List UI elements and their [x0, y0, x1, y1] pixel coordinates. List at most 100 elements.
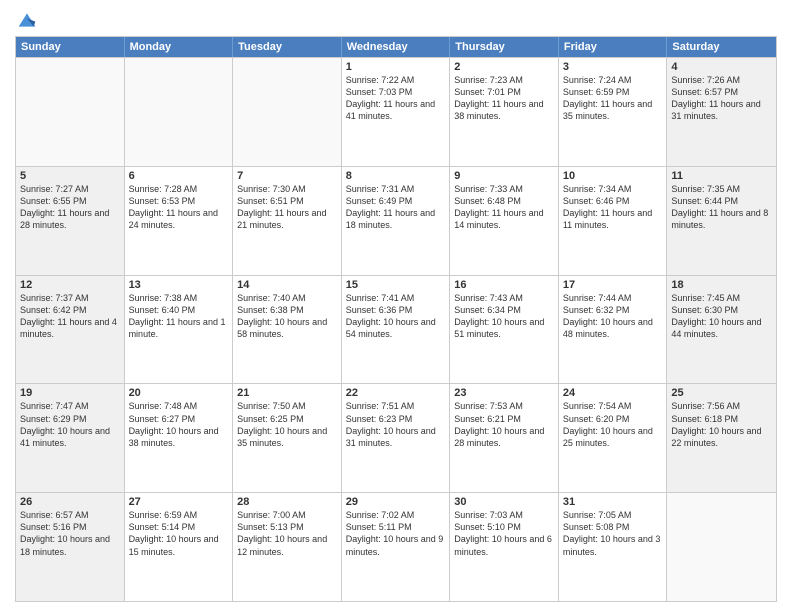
day-number: 10: [563, 170, 663, 182]
logo: [15, 10, 37, 30]
logo-icon: [17, 10, 37, 30]
day-number: 18: [671, 279, 772, 291]
calendar-cell: 19Sunrise: 7:47 AM Sunset: 6:29 PM Dayli…: [16, 384, 125, 492]
day-number: 9: [454, 170, 554, 182]
calendar-header-cell: Wednesday: [342, 37, 451, 57]
day-number: 1: [346, 61, 446, 73]
day-number: 8: [346, 170, 446, 182]
cell-info: Sunrise: 6:59 AM Sunset: 5:14 PM Dayligh…: [129, 509, 229, 558]
calendar-cell: [16, 58, 125, 166]
cell-info: Sunrise: 7:50 AM Sunset: 6:25 PM Dayligh…: [237, 400, 337, 449]
cell-info: Sunrise: 7:40 AM Sunset: 6:38 PM Dayligh…: [237, 292, 337, 341]
day-number: 11: [671, 170, 772, 182]
calendar-cell: 30Sunrise: 7:03 AM Sunset: 5:10 PM Dayli…: [450, 493, 559, 601]
day-number: 30: [454, 496, 554, 508]
cell-info: Sunrise: 7:38 AM Sunset: 6:40 PM Dayligh…: [129, 292, 229, 341]
cell-info: Sunrise: 7:33 AM Sunset: 6:48 PM Dayligh…: [454, 183, 554, 232]
calendar-cell: 25Sunrise: 7:56 AM Sunset: 6:18 PM Dayli…: [667, 384, 776, 492]
day-number: 20: [129, 387, 229, 399]
cell-info: Sunrise: 7:44 AM Sunset: 6:32 PM Dayligh…: [563, 292, 663, 341]
calendar-cell: 2Sunrise: 7:23 AM Sunset: 7:01 PM Daylig…: [450, 58, 559, 166]
calendar-week: 5Sunrise: 7:27 AM Sunset: 6:55 PM Daylig…: [16, 166, 776, 275]
calendar-cell: 24Sunrise: 7:54 AM Sunset: 6:20 PM Dayli…: [559, 384, 668, 492]
day-number: 16: [454, 279, 554, 291]
calendar-cell: 20Sunrise: 7:48 AM Sunset: 6:27 PM Dayli…: [125, 384, 234, 492]
calendar-cell: 17Sunrise: 7:44 AM Sunset: 6:32 PM Dayli…: [559, 276, 668, 384]
calendar-header-cell: Tuesday: [233, 37, 342, 57]
day-number: 17: [563, 279, 663, 291]
day-number: 14: [237, 279, 337, 291]
calendar-cell: 21Sunrise: 7:50 AM Sunset: 6:25 PM Dayli…: [233, 384, 342, 492]
cell-info: Sunrise: 7:47 AM Sunset: 6:29 PM Dayligh…: [20, 400, 120, 449]
day-number: 4: [671, 61, 772, 73]
calendar-cell: 28Sunrise: 7:00 AM Sunset: 5:13 PM Dayli…: [233, 493, 342, 601]
cell-info: Sunrise: 7:02 AM Sunset: 5:11 PM Dayligh…: [346, 509, 446, 558]
day-number: 24: [563, 387, 663, 399]
calendar-cell: 5Sunrise: 7:27 AM Sunset: 6:55 PM Daylig…: [16, 167, 125, 275]
calendar-cell: 13Sunrise: 7:38 AM Sunset: 6:40 PM Dayli…: [125, 276, 234, 384]
calendar-cell: 12Sunrise: 7:37 AM Sunset: 6:42 PM Dayli…: [16, 276, 125, 384]
day-number: 7: [237, 170, 337, 182]
calendar-cell: [667, 493, 776, 601]
calendar-header-cell: Saturday: [667, 37, 776, 57]
calendar-cell: 27Sunrise: 6:59 AM Sunset: 5:14 PM Dayli…: [125, 493, 234, 601]
calendar-week: 1Sunrise: 7:22 AM Sunset: 7:03 PM Daylig…: [16, 57, 776, 166]
calendar-cell: 8Sunrise: 7:31 AM Sunset: 6:49 PM Daylig…: [342, 167, 451, 275]
cell-info: Sunrise: 7:05 AM Sunset: 5:08 PM Dayligh…: [563, 509, 663, 558]
calendar-header-cell: Sunday: [16, 37, 125, 57]
calendar-cell: 18Sunrise: 7:45 AM Sunset: 6:30 PM Dayli…: [667, 276, 776, 384]
cell-info: Sunrise: 7:28 AM Sunset: 6:53 PM Dayligh…: [129, 183, 229, 232]
calendar-cell: 11Sunrise: 7:35 AM Sunset: 6:44 PM Dayli…: [667, 167, 776, 275]
day-number: 2: [454, 61, 554, 73]
cell-info: Sunrise: 7:22 AM Sunset: 7:03 PM Dayligh…: [346, 74, 446, 123]
day-number: 6: [129, 170, 229, 182]
cell-info: Sunrise: 7:03 AM Sunset: 5:10 PM Dayligh…: [454, 509, 554, 558]
cell-info: Sunrise: 7:56 AM Sunset: 6:18 PM Dayligh…: [671, 400, 772, 449]
day-number: 3: [563, 61, 663, 73]
cell-info: Sunrise: 7:41 AM Sunset: 6:36 PM Dayligh…: [346, 292, 446, 341]
cell-info: Sunrise: 7:27 AM Sunset: 6:55 PM Dayligh…: [20, 183, 120, 232]
day-number: 31: [563, 496, 663, 508]
calendar-cell: 31Sunrise: 7:05 AM Sunset: 5:08 PM Dayli…: [559, 493, 668, 601]
cell-info: Sunrise: 7:00 AM Sunset: 5:13 PM Dayligh…: [237, 509, 337, 558]
day-number: 23: [454, 387, 554, 399]
cell-info: Sunrise: 7:34 AM Sunset: 6:46 PM Dayligh…: [563, 183, 663, 232]
calendar-cell: 26Sunrise: 6:57 AM Sunset: 5:16 PM Dayli…: [16, 493, 125, 601]
cell-info: Sunrise: 7:35 AM Sunset: 6:44 PM Dayligh…: [671, 183, 772, 232]
calendar-cell: 6Sunrise: 7:28 AM Sunset: 6:53 PM Daylig…: [125, 167, 234, 275]
calendar-cell: [125, 58, 234, 166]
day-number: 29: [346, 496, 446, 508]
cell-info: Sunrise: 7:51 AM Sunset: 6:23 PM Dayligh…: [346, 400, 446, 449]
calendar-cell: 22Sunrise: 7:51 AM Sunset: 6:23 PM Dayli…: [342, 384, 451, 492]
calendar-cell: [233, 58, 342, 166]
calendar-cell: 1Sunrise: 7:22 AM Sunset: 7:03 PM Daylig…: [342, 58, 451, 166]
calendar: SundayMondayTuesdayWednesdayThursdayFrid…: [15, 36, 777, 602]
calendar-cell: 16Sunrise: 7:43 AM Sunset: 6:34 PM Dayli…: [450, 276, 559, 384]
cell-info: Sunrise: 7:54 AM Sunset: 6:20 PM Dayligh…: [563, 400, 663, 449]
day-number: 27: [129, 496, 229, 508]
cell-info: Sunrise: 7:48 AM Sunset: 6:27 PM Dayligh…: [129, 400, 229, 449]
cell-info: Sunrise: 7:23 AM Sunset: 7:01 PM Dayligh…: [454, 74, 554, 123]
day-number: 12: [20, 279, 120, 291]
cell-info: Sunrise: 7:53 AM Sunset: 6:21 PM Dayligh…: [454, 400, 554, 449]
calendar-cell: 10Sunrise: 7:34 AM Sunset: 6:46 PM Dayli…: [559, 167, 668, 275]
cell-info: Sunrise: 7:24 AM Sunset: 6:59 PM Dayligh…: [563, 74, 663, 123]
day-number: 21: [237, 387, 337, 399]
day-number: 19: [20, 387, 120, 399]
day-number: 26: [20, 496, 120, 508]
calendar-cell: 7Sunrise: 7:30 AM Sunset: 6:51 PM Daylig…: [233, 167, 342, 275]
day-number: 22: [346, 387, 446, 399]
cell-info: Sunrise: 6:57 AM Sunset: 5:16 PM Dayligh…: [20, 509, 120, 558]
cell-info: Sunrise: 7:43 AM Sunset: 6:34 PM Dayligh…: [454, 292, 554, 341]
calendar-header-cell: Friday: [559, 37, 668, 57]
cell-info: Sunrise: 7:31 AM Sunset: 6:49 PM Dayligh…: [346, 183, 446, 232]
calendar-cell: 23Sunrise: 7:53 AM Sunset: 6:21 PM Dayli…: [450, 384, 559, 492]
cell-info: Sunrise: 7:26 AM Sunset: 6:57 PM Dayligh…: [671, 74, 772, 123]
calendar-cell: 15Sunrise: 7:41 AM Sunset: 6:36 PM Dayli…: [342, 276, 451, 384]
day-number: 25: [671, 387, 772, 399]
header: [15, 10, 777, 30]
page: SundayMondayTuesdayWednesdayThursdayFrid…: [0, 0, 792, 612]
calendar-cell: 3Sunrise: 7:24 AM Sunset: 6:59 PM Daylig…: [559, 58, 668, 166]
calendar-body: 1Sunrise: 7:22 AM Sunset: 7:03 PM Daylig…: [16, 57, 776, 601]
calendar-cell: 14Sunrise: 7:40 AM Sunset: 6:38 PM Dayli…: [233, 276, 342, 384]
